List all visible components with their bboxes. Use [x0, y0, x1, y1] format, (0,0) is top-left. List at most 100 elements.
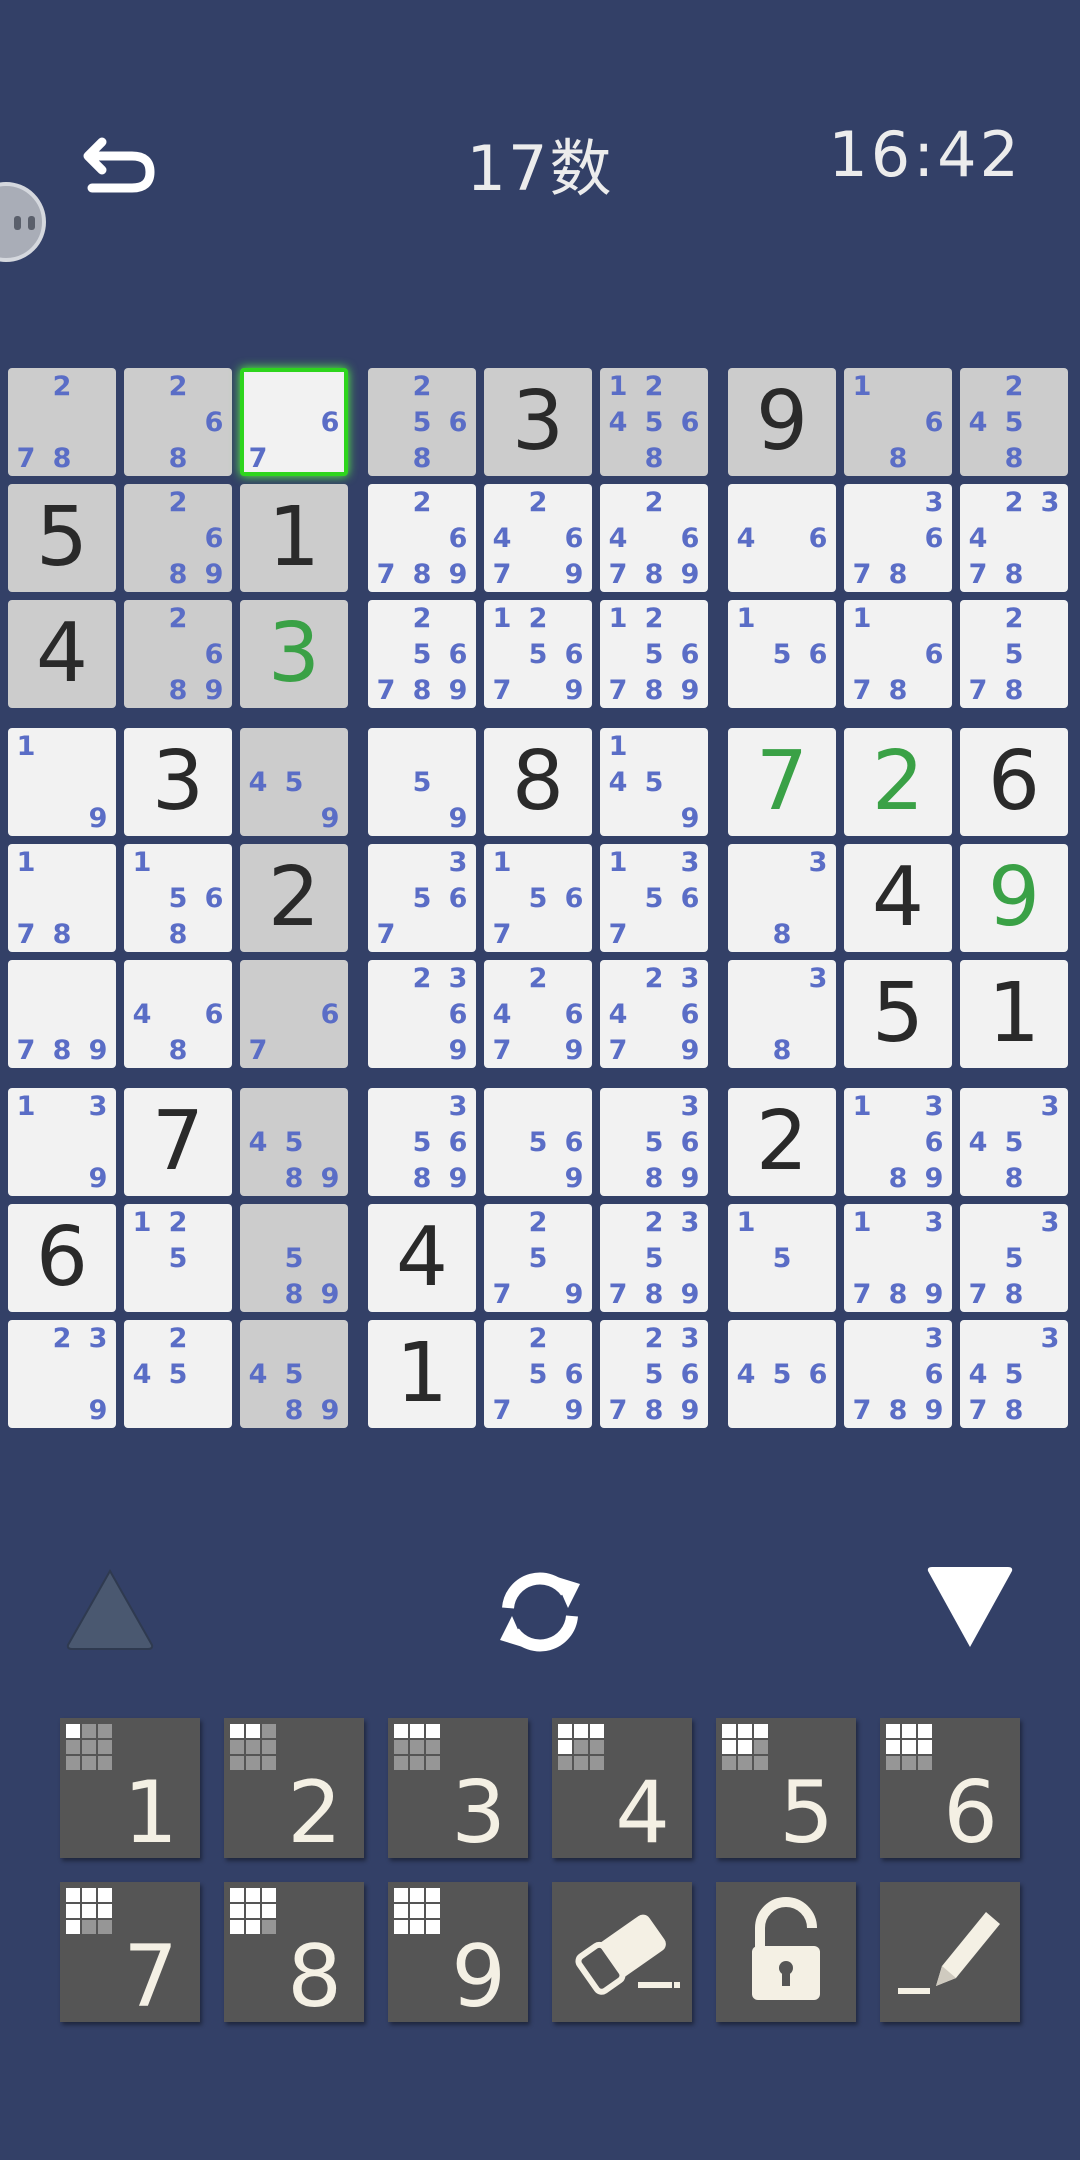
board-cell[interactable]: 3 45 8: [960, 1088, 1068, 1196]
board-cell[interactable]: 4: [368, 1204, 476, 1312]
board-cell[interactable]: 356 7: [368, 844, 476, 952]
board-cell[interactable]: 789: [8, 960, 116, 1068]
board-cell[interactable]: 124568: [600, 368, 708, 476]
board-cell[interactable]: 19: [8, 728, 116, 836]
board-cell[interactable]: 2: [844, 728, 952, 836]
board-cell[interactable]: 3: [484, 368, 592, 476]
board-cell[interactable]: 3 6 789: [844, 1320, 952, 1428]
board-cell[interactable]: 12 56 7 9: [484, 600, 592, 708]
board-cell[interactable]: 59: [368, 728, 476, 836]
digit-key-nine[interactable]: 9: [388, 1882, 528, 2022]
board-cell[interactable]: 3 6 78: [844, 484, 952, 592]
board-cell[interactable]: 245 8: [960, 368, 1068, 476]
board-cell[interactable]: 1678: [844, 600, 952, 708]
pencil-note: 8: [888, 674, 908, 706]
board-cell[interactable]: 8: [484, 728, 592, 836]
board-cell[interactable]: 9: [960, 844, 1068, 952]
board-cell[interactable]: 12 56 789: [600, 600, 708, 708]
board-cell[interactable]: 235789: [600, 1204, 708, 1312]
board-cell[interactable]: 268: [124, 368, 232, 476]
digit-key-seven[interactable]: 7: [60, 1882, 200, 2022]
board-cell[interactable]: 156: [728, 600, 836, 708]
board-cell[interactable]: 4: [8, 600, 116, 708]
board-cell[interactable]: 23 4 78: [960, 484, 1068, 592]
board-cell[interactable]: 2 78: [8, 368, 116, 476]
board-cell[interactable]: 2: [240, 844, 348, 952]
pencil-icon[interactable]: [880, 1882, 1020, 2022]
board-cell[interactable]: 7: [728, 728, 836, 836]
given-digit: 4: [871, 850, 925, 945]
board-cell[interactable]: 5: [8, 484, 116, 592]
board-cell[interactable]: 38: [728, 844, 836, 952]
board-cell[interactable]: 2 568: [368, 368, 476, 476]
board-cell[interactable]: 459: [240, 728, 348, 836]
board-cell[interactable]: 1 459: [600, 728, 708, 836]
board-cell[interactable]: 4 68: [124, 960, 232, 1068]
board-cell[interactable]: 1 356 7: [600, 844, 708, 952]
board-cell[interactable]: 2 578: [960, 600, 1068, 708]
board-cell[interactable]: 6: [8, 1204, 116, 1312]
board-cell[interactable]: 24 6 7 9: [484, 484, 592, 592]
board-cell[interactable]: 2 56 789: [368, 600, 476, 708]
board-cell[interactable]: 7: [124, 1088, 232, 1196]
board-cell[interactable]: 46: [728, 484, 836, 592]
board-cell[interactable]: 12 5: [124, 1204, 232, 1312]
board-cell[interactable]: 1 3 9: [8, 1088, 116, 1196]
board-cell[interactable]: 2 57 9: [484, 1204, 592, 1312]
board-cell[interactable]: 56 9: [484, 1088, 592, 1196]
board-cell[interactable]: 3 4578: [960, 1320, 1068, 1428]
board-cell[interactable]: 24 6 789: [600, 484, 708, 592]
eraser-icon[interactable]: [552, 1882, 692, 2022]
board-cell[interactable]: 1: [240, 484, 348, 592]
board-cell[interactable]: 1: [960, 960, 1068, 1068]
board-cell[interactable]: 2689: [124, 600, 232, 708]
board-cell[interactable]: 2689: [124, 484, 232, 592]
digit-key-three[interactable]: 3: [388, 1718, 528, 1858]
board-cell[interactable]: 35689: [600, 1088, 708, 1196]
board-cell[interactable]: 2356 789: [600, 1320, 708, 1428]
board-cell[interactable]: 67: [240, 960, 348, 1068]
pencil-note: 6: [680, 522, 700, 554]
pencil-note: 6: [680, 998, 700, 1030]
board-cell[interactable]: 45 89: [240, 1320, 348, 1428]
board-cell[interactable]: 6: [960, 728, 1068, 836]
board-cell[interactable]: 2 56 7 9: [484, 1320, 592, 1428]
board-cell[interactable]: 4: [844, 844, 952, 952]
digit-key-five[interactable]: 5: [716, 1718, 856, 1858]
board-cell[interactable]: 23 4 6 7 9: [600, 960, 708, 1068]
board-cell[interactable]: 1 68: [844, 368, 952, 476]
board-cell[interactable]: 3: [240, 600, 348, 708]
triangle-up-icon[interactable]: [62, 1565, 158, 1653]
board-cell[interactable]: 24 6 7 9: [484, 960, 592, 1068]
board-cell[interactable]: 1568: [124, 844, 232, 952]
board-cell[interactable]: 456: [728, 1320, 836, 1428]
rotate-arrows-icon[interactable]: [488, 1562, 592, 1662]
digit-key-one[interactable]: 1: [60, 1718, 200, 1858]
board-cell[interactable]: 35689: [368, 1088, 476, 1196]
board-cell[interactable]: 38: [728, 960, 836, 1068]
board-cell[interactable]: 3: [124, 728, 232, 836]
board-cell[interactable]: 23 6 9: [368, 960, 476, 1068]
board-cell[interactable]: 245: [124, 1320, 232, 1428]
digit-key-six[interactable]: 6: [880, 1718, 1020, 1858]
board-cell[interactable]: 1 3 689: [844, 1088, 952, 1196]
selected-cell[interactable]: 67: [240, 368, 348, 476]
board-cell[interactable]: 1: [368, 1320, 476, 1428]
digit-key-two[interactable]: 2: [224, 1718, 364, 1858]
board-cell[interactable]: 1567: [484, 844, 592, 952]
board-cell[interactable]: 45 89: [240, 1088, 348, 1196]
triangle-down-icon[interactable]: [922, 1565, 1018, 1653]
board-cell[interactable]: 1 3 789: [844, 1204, 952, 1312]
board-cell[interactable]: 2: [728, 1088, 836, 1196]
board-cell[interactable]: 26 789: [368, 484, 476, 592]
board-cell[interactable]: 9: [728, 368, 836, 476]
board-cell[interactable]: 5 89: [240, 1204, 348, 1312]
digit-key-four[interactable]: 4: [552, 1718, 692, 1858]
board-cell[interactable]: 5: [844, 960, 952, 1068]
padlock-icon[interactable]: [716, 1882, 856, 2022]
board-cell[interactable]: 15: [728, 1204, 836, 1312]
board-cell[interactable]: 23 9: [8, 1320, 116, 1428]
board-cell[interactable]: 3578: [960, 1204, 1068, 1312]
board-cell[interactable]: 1 78: [8, 844, 116, 952]
digit-key-eight[interactable]: 8: [224, 1882, 364, 2022]
